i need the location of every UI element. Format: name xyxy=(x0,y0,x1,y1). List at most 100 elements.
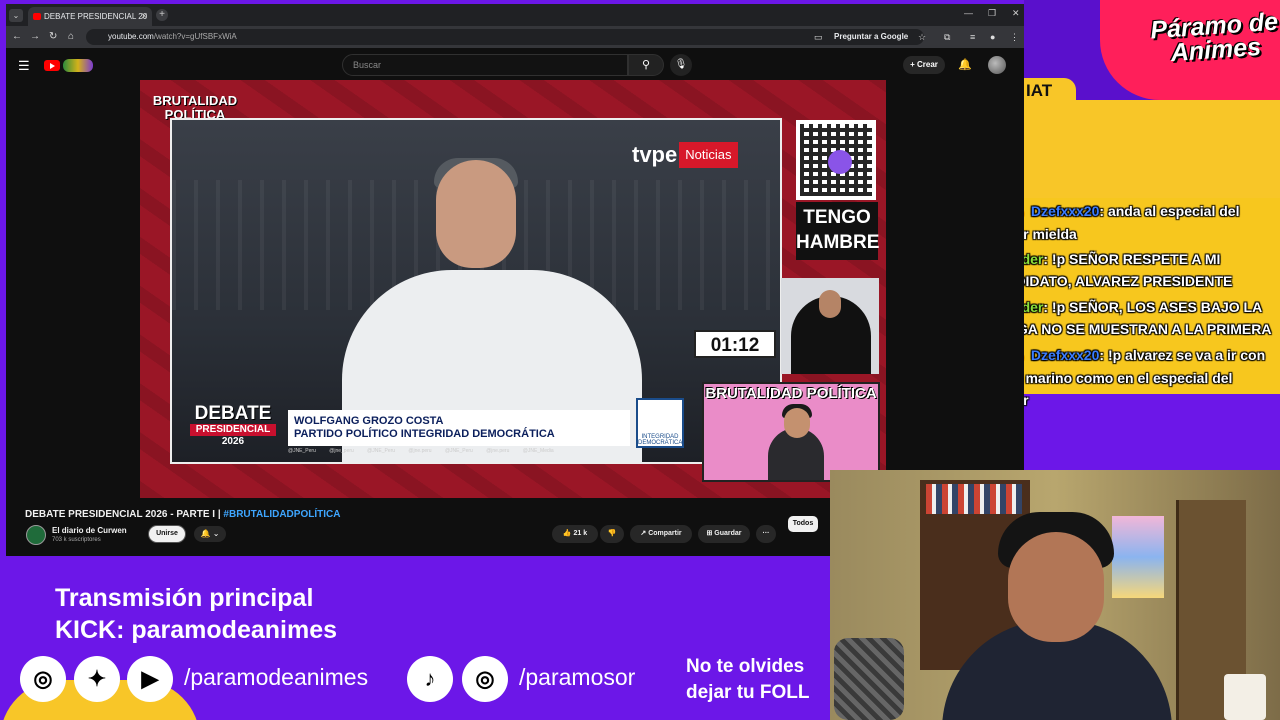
bookmark-star-icon[interactable]: ☆ xyxy=(918,32,928,42)
debate-logo: DEBATE PRESIDENCIAL 2026 xyxy=(184,382,282,448)
url-path: /watch?v=gUfSBFxWiA xyxy=(153,32,237,41)
cam-person-face xyxy=(784,408,810,438)
dislike-icon[interactable]: 👎 xyxy=(600,525,624,543)
tab-bar: ⌄ DEBATE PRESIDENCIAL 20 ✕ + — ❐ ✕ xyxy=(6,4,1024,26)
sidebar-icon[interactable]: ≡ xyxy=(970,32,980,42)
minimize-icon[interactable]: — xyxy=(964,8,973,18)
video-title-text: DEBATE PRESIDENCIAL 2026 - PARTE I | xyxy=(25,509,221,520)
chat-tab-label: IAT xyxy=(1024,78,1076,102)
speaker-party: PARTIDO POLÍTICO INTEGRIDAD DEMOCRÁTICA xyxy=(294,428,555,440)
qr-center-logo xyxy=(828,150,852,174)
chat-message: Kiriryder: !p SEÑOR, LOS ASES BAJO LA MA… xyxy=(985,296,1277,340)
tiktok-icon: ♪ xyxy=(407,656,453,702)
interpreter-face xyxy=(819,290,841,318)
extensions-icon[interactable]: ⧉ xyxy=(944,32,954,42)
chat-panel-header xyxy=(1024,100,1280,198)
tvpe-brand: tvpe xyxy=(632,142,678,167)
browser-tab[interactable]: DEBATE PRESIDENCIAL 20 ✕ xyxy=(28,7,152,26)
save-icon: ⊞ xyxy=(706,530,713,537)
debate-timer: 01:12 xyxy=(694,330,776,358)
bell-icon[interactable]: 🔔 xyxy=(958,58,972,71)
debate-word: DEBATE xyxy=(194,403,272,424)
kick-label: KICK: paramodeanimes xyxy=(55,616,338,644)
debate-subtitle: PRESIDENCIAL xyxy=(190,424,276,436)
new-tab-icon[interactable]: + xyxy=(156,9,168,21)
chat-username: Dzefxxx20 xyxy=(1030,347,1100,363)
url-host: youtube.com xyxy=(108,32,154,41)
home-icon[interactable]: ⌂ xyxy=(68,31,74,42)
tab-search-icon[interactable]: ⌄ xyxy=(9,9,23,22)
like-icon: 👍 xyxy=(562,530,572,537)
back-icon[interactable]: ← xyxy=(12,31,22,42)
mic-icon[interactable]: 🎙 xyxy=(670,54,692,76)
instagram-icon: ◎ xyxy=(20,656,66,702)
cast-icon[interactable]: ▭ xyxy=(814,32,824,42)
webcam-cup xyxy=(1224,674,1266,720)
youtube-header: ☰ Buscar ⚲ 🎙 + Crear 🔔 xyxy=(6,48,1024,82)
reload-icon[interactable]: ↻ xyxy=(49,31,57,42)
search-icon[interactable]: ⚲ xyxy=(628,54,664,76)
channel-subscribers: 703 k suscriptores xyxy=(52,537,101,543)
broadcast-hashtags: @JNE_Peru @jne_peru @JNE_Peru @jne.peru … xyxy=(288,448,554,454)
youtube-icon: ▶ xyxy=(127,656,173,702)
forward-icon[interactable]: → xyxy=(30,31,40,42)
browser-menu-icon[interactable]: ⋮ xyxy=(1010,32,1020,42)
webcam-poster xyxy=(1112,516,1164,598)
youtube-doodle[interactable] xyxy=(63,59,93,72)
streamer-face xyxy=(1008,532,1104,642)
menu-icon[interactable]: ☰ xyxy=(18,58,30,74)
webcam-bag xyxy=(834,638,904,720)
create-button[interactable]: + Crear xyxy=(903,56,945,74)
url-field[interactable]: youtube.com/watch?v=gUfSBFxWiA xyxy=(86,29,924,45)
channel-logo-text: Páramo de Animes xyxy=(1149,7,1279,68)
save-button[interactable]: ⊞ Guardar xyxy=(698,525,750,543)
tab-title: DEBATE PRESIDENCIAL 20 xyxy=(44,12,148,21)
avatar[interactable] xyxy=(988,56,1006,74)
sign-language-inset xyxy=(781,278,879,374)
chat-message: Kiriryder: !p SEÑOR RESPETE A MI CANDIDA… xyxy=(985,248,1277,292)
share-button[interactable]: ↗ Compartir xyxy=(630,525,692,543)
channel-name[interactable]: El diario de Curwen xyxy=(52,526,127,535)
instagram-icon: ◎ xyxy=(462,656,508,702)
video-player[interactable]: BRUTALIDAD POLÍTICA tvpe Noticias DEBATE … xyxy=(140,80,886,498)
follow-reminder: No te olvides dejar tu FOLL xyxy=(686,654,810,706)
notification-bell-button[interactable]: 🔔 ⌄ xyxy=(194,526,226,542)
channel-avatar[interactable] xyxy=(26,525,46,545)
like-button[interactable]: 👍 21 k xyxy=(552,525,598,543)
cam-title: BRUTALIDAD POLÍTICA xyxy=(705,385,877,402)
tvpe-news-label: Noticias xyxy=(679,142,738,168)
ask-google-button[interactable]: Preguntar a Google xyxy=(834,30,908,44)
search-input[interactable]: Buscar xyxy=(342,54,628,76)
tab-close-icon[interactable]: ✕ xyxy=(140,7,148,26)
debate-year: 2026 xyxy=(221,436,245,447)
join-button[interactable]: Unirse xyxy=(148,525,186,543)
main-stream-label: Transmisión principal xyxy=(55,584,314,612)
streamer-webcam xyxy=(830,470,1280,720)
share-icon: ↗ xyxy=(640,530,647,537)
video-hashtag-link[interactable]: #BRUTALIDADPOLÍTICA xyxy=(223,509,340,520)
more-actions-button[interactable]: ··· xyxy=(756,525,776,543)
like-count: 21 k xyxy=(573,530,588,537)
chat-text: : !p alvarez se va a ir con cindy marino… xyxy=(985,347,1266,408)
youtube-favicon-icon xyxy=(33,13,41,20)
streamer-cam-inset: BRUTALIDAD POLÍTICA xyxy=(702,382,880,482)
chat-message: Dzefxxx20: !p alvarez se va a ir con cin… xyxy=(985,344,1277,411)
profile-icon[interactable]: ● xyxy=(990,32,1000,42)
youtube-play-icon xyxy=(50,63,55,69)
speaker-head xyxy=(436,160,516,268)
restore-icon[interactable]: ❐ xyxy=(988,8,996,19)
chip-all[interactable]: Todos xyxy=(788,516,818,532)
speaker-lower-third: WOLFGANG GROZO COSTA PARTIDO POLÍTICO IN… xyxy=(288,410,630,446)
create-label: Crear xyxy=(917,60,938,69)
share-label: Compartir xyxy=(648,530,682,537)
address-bar-row: ← → ↻ ⌂ youtube.com/watch?v=gUfSBFxWiA ▭… xyxy=(6,26,1024,48)
social-handle-secondary: /paramosor xyxy=(519,664,636,690)
chat-username: Dzefxxx20 xyxy=(1030,203,1100,219)
speaker-name: WOLFGANG GROZO COSTA xyxy=(294,415,444,427)
chat-message: Dzefxxx20: anda al especial del humor mi… xyxy=(985,200,1277,245)
hambre-sign: TENGO HAMBRE xyxy=(796,202,879,260)
qr-code xyxy=(796,120,876,200)
window-close-icon[interactable]: ✕ xyxy=(1012,8,1020,19)
video-title: DEBATE PRESIDENCIAL 2026 - PARTE I | #BR… xyxy=(25,509,340,520)
tvpe-logo: tvpe Noticias xyxy=(632,142,738,168)
